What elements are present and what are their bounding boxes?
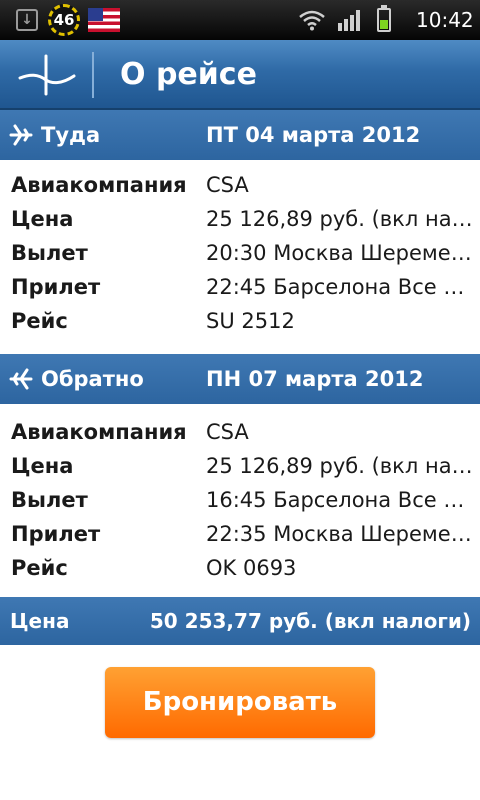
- airline-label: Авиакомпания: [11, 420, 187, 444]
- detail-row: Цена 25 126,89 руб. (вкл налоги): [0, 449, 480, 483]
- plane-icon: [9, 368, 33, 390]
- detail-row: Вылет 16:45 Барселона Все аэропорты: [0, 483, 480, 517]
- airline-label: Авиакомпания: [11, 173, 187, 197]
- arrival-value: 22:35 Москва Шереметьево: [206, 522, 476, 546]
- price-value: 25 126,89 руб. (вкл налоги): [206, 454, 476, 478]
- outbound-date: ПТ 04 марта 2012: [206, 123, 421, 147]
- return-section-header: Обратно ПН 07 марта 2012: [0, 354, 480, 404]
- detail-row: Цена 25 126,89 руб. (вкл налоги): [0, 202, 480, 236]
- price-value: 25 126,89 руб. (вкл налоги): [206, 207, 476, 231]
- arrival-label: Прилет: [11, 275, 101, 299]
- price-label: Цена: [11, 454, 74, 478]
- departure-label: Вылет: [11, 488, 88, 512]
- flight-label: Рейс: [11, 556, 68, 580]
- arrival-label: Прилет: [11, 522, 101, 546]
- detail-row: Рейс SU 2512: [0, 304, 480, 338]
- departure-value: 16:45 Барселона Все аэропорты: [206, 488, 476, 512]
- page-title: О рейсе: [120, 57, 257, 92]
- clock: 10:42: [416, 8, 474, 32]
- outbound-direction: Туда: [41, 123, 101, 147]
- airline-logo[interactable]: [16, 50, 78, 98]
- detail-row: Вылет 20:30 Москва Шереметьево: [0, 236, 480, 270]
- airline-value: CSA: [206, 173, 249, 197]
- flight-label: Рейс: [11, 309, 68, 333]
- detail-row: Прилет 22:45 Барселона Все аэропорты: [0, 270, 480, 304]
- flag-usa-icon: [88, 0, 120, 40]
- detail-row: Авиакомпания CSA: [0, 168, 480, 202]
- detail-row: Авиакомпания CSA: [0, 415, 480, 449]
- total-price-bar: Цена 50 253,77 руб. (вкл налоги): [0, 597, 480, 645]
- outbound-details: Авиакомпания CSA Цена 25 126,89 руб. (вк…: [0, 168, 480, 338]
- outbound-section-header: Туда ПТ 04 марта 2012: [0, 110, 480, 160]
- departure-label: Вылет: [11, 241, 88, 265]
- header-divider: [92, 52, 94, 98]
- flight-value: SU 2512: [206, 309, 295, 333]
- total-price-value: 50 253,77 руб. (вкл налоги): [149, 609, 471, 633]
- app-header: О рейсе: [0, 40, 480, 110]
- return-details: Авиакомпания CSA Цена 25 126,89 руб. (вк…: [0, 415, 480, 585]
- departure-value: 20:30 Москва Шереметьево: [206, 241, 476, 265]
- book-button[interactable]: Бронировать: [105, 667, 375, 738]
- notification-badge: 46: [48, 0, 80, 40]
- airline-value: CSA: [206, 420, 249, 444]
- plane-icon: [9, 124, 33, 146]
- signal-icon: [337, 0, 363, 40]
- return-direction: Обратно: [41, 367, 144, 391]
- detail-row: Рейс OK 0693: [0, 551, 480, 585]
- battery-icon: [377, 0, 391, 40]
- price-label: Цена: [11, 207, 74, 231]
- status-bar: ↓ 46 10:42: [0, 0, 480, 40]
- flight-value: OK 0693: [206, 556, 297, 580]
- return-date: ПН 07 марта 2012: [206, 367, 424, 391]
- wifi-icon: [298, 0, 326, 40]
- arrival-value: 22:45 Барселона Все аэропорты: [206, 275, 476, 299]
- detail-row: Прилет 22:35 Москва Шереметьево: [0, 517, 480, 551]
- badge-number: 46: [48, 4, 80, 36]
- download-icon: ↓: [16, 0, 40, 40]
- total-price-label: Цена: [10, 609, 70, 633]
